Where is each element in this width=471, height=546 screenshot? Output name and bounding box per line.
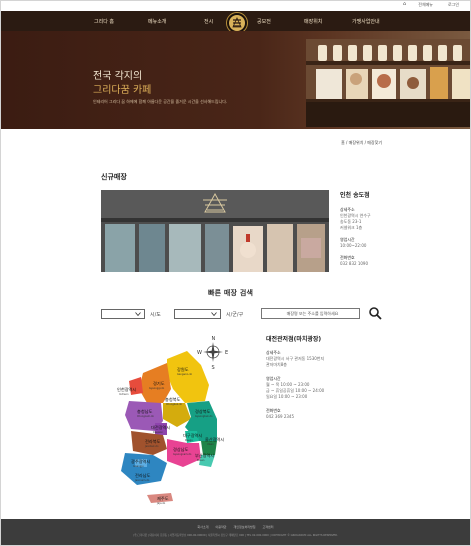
label-busan-en: Busan (197, 459, 205, 462)
label-chungbuk: 충청북도 (165, 396, 181, 403)
label-gyeongnam: 경상남도 (173, 446, 189, 452)
login-link[interactable]: 로그인 (448, 2, 459, 8)
label-incheon-en: Incheon (119, 393, 129, 396)
label-gyeonggi-en: Gyeonggi-do (149, 387, 165, 390)
phone-value: 042 369 2345 (266, 414, 294, 419)
address-line: 커넬워크 1층 (340, 225, 363, 230)
nav-item-contest[interactable]: 공모전 (257, 18, 271, 25)
footer-link[interactable]: 고객센터 (263, 525, 274, 529)
label-gyeongnam-en: Gyeongnam-do (173, 453, 192, 456)
phone-value: 032 832 1090 (340, 261, 368, 266)
hours-line: 일요일 10:00 ~ 23:00 (266, 394, 308, 399)
footer: 회사소개 이용약관 개인정보처리방침 고객센터 (주)그리다꿈 | 대표이사 홍… (1, 519, 470, 545)
label-jeju: 제주도 (157, 495, 169, 502)
logo-mark-icon (232, 17, 242, 28)
region-chungbuk[interactable] (163, 403, 191, 427)
quick-search-title: 빠른 매장 검색 (208, 289, 254, 297)
home-icon[interactable]: ⌂ (403, 1, 406, 7)
logo-emblem (229, 15, 245, 31)
label-gyeongbuk: 경상북도 (195, 408, 211, 415)
hours-value: 10:00~22:00 (340, 243, 367, 248)
page: ⌂ 전체메뉴 로그인 그리다 홈 메뉴소개 전시 공모전 매장위치 가맹사업안내 (0, 0, 471, 546)
compass-e: E (225, 350, 228, 356)
nav-item-menu[interactable]: 메뉴소개 (148, 18, 166, 25)
compass-s: S (212, 365, 215, 371)
hero-title-line1: 전국 각지의 (93, 71, 143, 82)
label-daejeon: 대전광역시 (151, 424, 170, 431)
hero-subtitle: 인테리어 그리다 꿈 하에에 함께 아름다운 공간을 즐거운 시간을 선사해드립… (93, 99, 228, 104)
store-search-input[interactable]: 매장명 또는 주소를 입력하세요 (261, 308, 360, 319)
nav-item-home[interactable]: 그리다 홈 (94, 18, 114, 25)
nav-item-exhibition[interactable]: 전시 (204, 18, 213, 25)
breadcrumb[interactable]: 홈 / 매장위치 / 매장찾기 (341, 140, 382, 146)
footer-company-info: (주)그리다꿈 | 대표이사 홍길동 | 사업자등록번호 000-00-0000… (133, 534, 338, 537)
label-gangwon-en: Gangwon-do (177, 373, 193, 376)
label-ulsan: 울산광역시 (205, 436, 224, 443)
label-incheon: 인천광역시 (117, 386, 136, 393)
footer-link[interactable]: 회사소개 (197, 525, 208, 529)
compass-icon: N S W E (197, 336, 228, 371)
footer-links: 회사소개 이용약관 개인정보처리방침 고객센터 (1, 525, 470, 529)
label-jeonbuk-en: Jeonbuk-do (144, 445, 159, 448)
label-gwangju: 광주광역시 (131, 458, 150, 465)
korea-region-map: N S W E 강원도 Gangwon-do 경기도 Gyeonggi-do 인… (117, 336, 228, 505)
label-chungnam-en: Chungnam-do (137, 415, 154, 418)
city-select[interactable] (101, 309, 145, 319)
store-front-image (101, 190, 329, 272)
hero-cafe-image (306, 39, 470, 127)
label-busan: 부산광역시 (195, 452, 214, 459)
new-store-info: 인천 송도점 상세주소 인천광역시 연수구 송도동 23-1 커넬워크 1층 영… (340, 190, 430, 267)
main-nav: 그리다 홈 메뉴소개 전시 공모전 매장위치 가맹사업안내 (1, 11, 470, 34)
district-select[interactable] (174, 309, 221, 319)
label-gyeonggi: 경기도 (153, 380, 165, 387)
utility-bar: ⌂ 전체메뉴 로그인 (1, 1, 470, 11)
label-daegu-en: Daegu (185, 439, 193, 442)
label-jeonnam-en: Jeonnam-do (134, 479, 150, 482)
label-jeonbuk: 전라북도 (145, 438, 161, 445)
nav-item-franchise[interactable]: 가맹사업안내 (352, 18, 380, 25)
label-chungbuk-en: Chungbuk-do (166, 403, 183, 406)
hero-title-line2: 그리다꿈 카페 (93, 85, 152, 96)
chevron-down-icon (211, 312, 217, 316)
hero-banner: 전국 각지의 그리다꿈 카페 인테리어 그리다 꿈 하에에 함께 아름다운 공간… (1, 31, 470, 129)
label-gangwon: 강원도 (177, 366, 189, 372)
label-gwangju-en: Gwangju (133, 465, 144, 468)
region-gangwon[interactable] (167, 351, 209, 403)
label-jeju-en: Jeju-do (156, 502, 166, 505)
address-line: 관저마치8층 (266, 362, 287, 367)
label-daegu: 대구광역시 (183, 432, 202, 439)
footer-link[interactable]: 개인정보처리방침 (233, 525, 255, 529)
city-select-label: 시/도 (150, 312, 161, 318)
chevron-down-icon (135, 312, 141, 316)
selected-store-name: 대전관저점(마치광장) (266, 336, 322, 343)
label-jeonnam: 전라남도 (135, 472, 151, 479)
new-store-photo (101, 190, 329, 272)
compass-w: W (197, 350, 202, 356)
new-store-name[interactable]: 인천 송도점 (340, 190, 430, 199)
district-select-label: 시/군/구 (226, 312, 244, 318)
selected-store-detail: 대전관저점(마치광장) 상세주소 대전광역시 서구 관저동 1530번지 관저마… (266, 334, 376, 420)
compass-n: N (212, 336, 216, 342)
footer-link[interactable]: 이용약관 (215, 525, 226, 529)
label-daejeon-en: Daejeon (153, 431, 163, 434)
all-menu-link[interactable]: 전체메뉴 (418, 2, 433, 8)
region-incheon[interactable] (129, 377, 143, 395)
search-icon[interactable] (368, 306, 382, 320)
label-gyeongbuk-en: Gyeongbuk-do (195, 415, 213, 418)
nav-item-store-location[interactable]: 매장위치 (304, 18, 322, 25)
label-chungnam: 충청남도 (137, 408, 153, 414)
label-ulsan-en: Ulsan (207, 443, 214, 446)
new-store-heading: 신규매장 (101, 173, 127, 181)
